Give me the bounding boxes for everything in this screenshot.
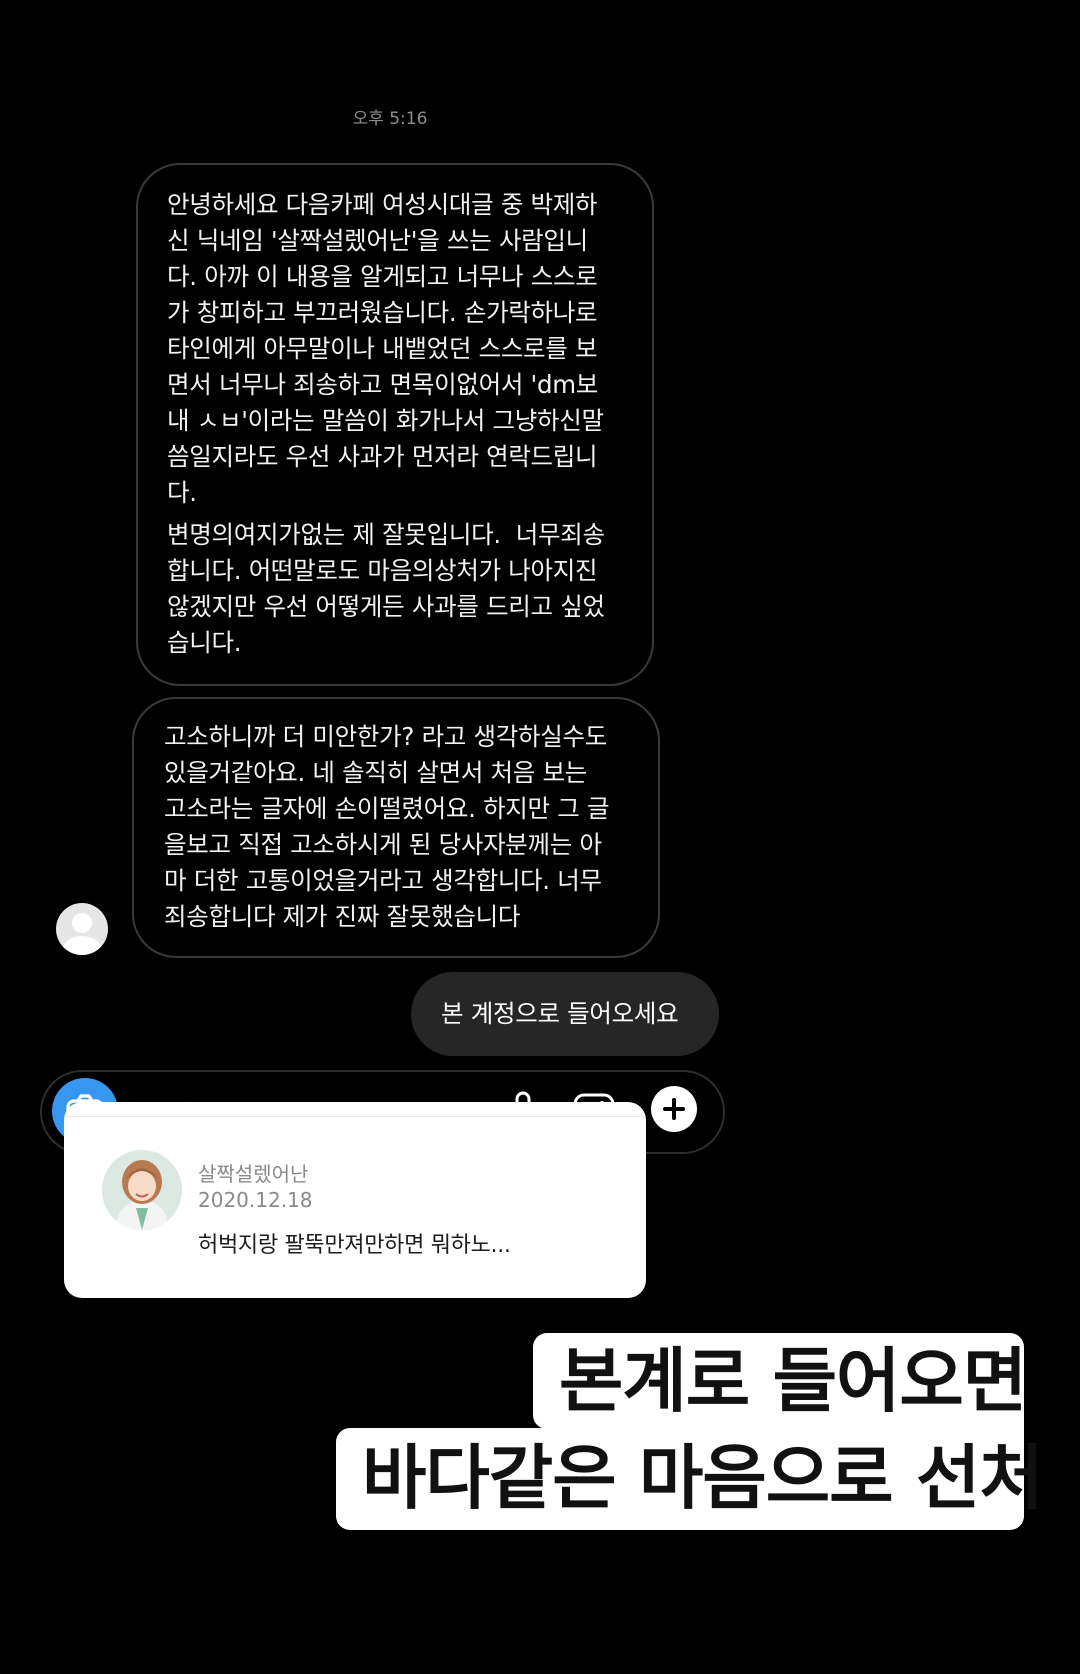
message-paragraph: 안녕하세요 다음카페 여성시대글 중 박제하 신 닉네임 '살짝설렜어난'을 쓰… bbox=[167, 190, 604, 507]
plus-icon[interactable] bbox=[651, 1086, 697, 1132]
sent-message-bubble[interactable]: 본 계정으로 들어오세요 bbox=[411, 972, 719, 1056]
avatar-placeholder-body bbox=[62, 936, 102, 955]
avatar-placeholder-head bbox=[72, 913, 92, 933]
received-message-bubble[interactable]: 안녕하세요 다음카페 여성시대글 중 박제하 신 닉네임 '살짝설렜어난'을 쓰… bbox=[136, 163, 654, 686]
comment-screenshot-card: 살짝설렜어난 2020.12.18 허벅지랑 팔뚝만져만하면 뭐하노... bbox=[64, 1102, 646, 1298]
card-divider bbox=[64, 1116, 646, 1117]
commenter-profile-image bbox=[102, 1150, 182, 1230]
message-paragraph: 고소하니까 더 미안한가? 라고 생각하실수도 있을거같아요. 네 솔직히 살면… bbox=[164, 722, 610, 931]
received-message-bubble[interactable]: 고소하니까 더 미안한가? 라고 생각하실수도 있을거같아요. 네 솔직히 살면… bbox=[132, 697, 660, 958]
story-caption-line-1: 본계로 들어오면 bbox=[533, 1333, 1027, 1429]
message-timestamp: 오후 5:16 bbox=[352, 109, 428, 129]
comment-text: 허벅지랑 팔뚝만져만하면 뭐하노... bbox=[198, 1233, 511, 1258]
sender-avatar[interactable] bbox=[56, 903, 108, 955]
comment-date: 2020.12.18 bbox=[198, 1188, 313, 1212]
message-paragraph: 변명의여지가없는 제 잘못입니다. 너무죄송 합니다. 어떤말로도 마음의상처가… bbox=[167, 520, 605, 657]
comment-author: 살짝설렜어난 bbox=[198, 1162, 309, 1186]
story-caption-line-2: 바다같은 마음으로 선처 bbox=[336, 1428, 1044, 1530]
